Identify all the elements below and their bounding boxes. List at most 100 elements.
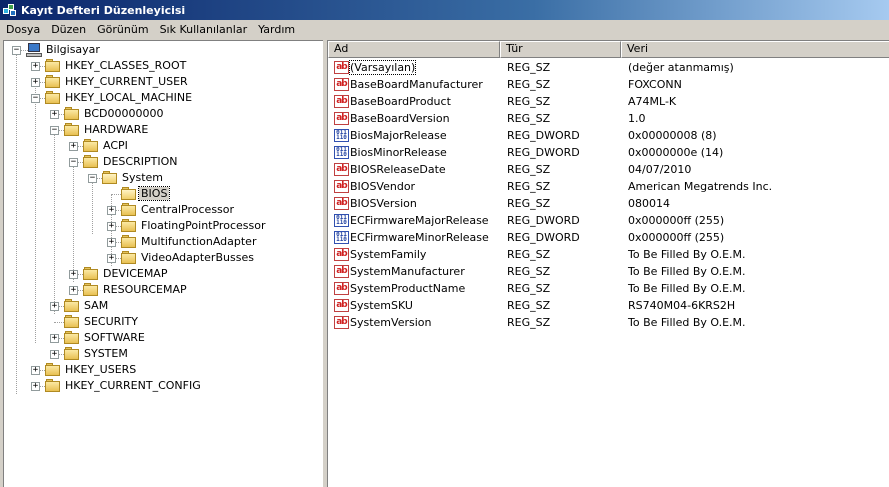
tree-item-label: VideoAdapterBusses — [141, 251, 254, 264]
tree-item-description[interactable]: − DESCRIPTION — [4, 154, 322, 170]
collapse-icon[interactable]: − — [88, 174, 97, 183]
value-name: BaseBoardVersion — [350, 112, 450, 125]
tree-item-label: HKEY_CLASSES_ROOT — [65, 59, 187, 72]
expand-icon[interactable]: + — [31, 78, 40, 87]
expand-icon[interactable]: + — [69, 142, 78, 151]
value-type: REG_DWORD — [507, 129, 580, 142]
column-header-data[interactable]: Veri — [621, 41, 889, 58]
expand-icon[interactable]: + — [31, 62, 40, 71]
tree-item-multifunctionadapter[interactable]: + MultifunctionAdapter — [4, 234, 322, 250]
value-row[interactable]: ab BaseBoardVersion REG_SZ 1.0 — [328, 110, 889, 127]
collapse-icon[interactable]: − — [50, 126, 59, 135]
registry-tree[interactable]: − Bilgisayar + HKEY_CLASSES_ROOT + HKEY_CURRE… — [3, 40, 323, 487]
value-row[interactable]: 011 110 BiosMajorRelease REG_DWORD 0x000000… — [328, 127, 889, 144]
tree-item-hkey-users[interactable]: + HKEY_USERS — [4, 362, 322, 378]
value-row[interactable]: ab BIOSVendor REG_SZ American Megatrends In… — [328, 178, 889, 195]
expand-icon[interactable]: + — [50, 110, 59, 119]
tree-item-bcd00000000[interactable]: + BCD00000000 — [4, 106, 322, 122]
expand-icon[interactable]: + — [107, 254, 116, 263]
menu-favorites[interactable]: Sık Kullanılanlar — [154, 23, 253, 36]
expand-icon[interactable]: + — [69, 286, 78, 295]
expand-icon[interactable]: + — [107, 206, 116, 215]
tree-item-centralprocessor[interactable]: + CentralProcessor — [4, 202, 322, 218]
menu-view[interactable]: Görünüm — [91, 23, 153, 36]
tree-item-hardware[interactable]: − HARDWARE — [4, 122, 322, 138]
value-row[interactable]: ab SystemProductName REG_SZ To Be Filled By… — [328, 280, 889, 297]
value-data: FOXCONN — [628, 78, 682, 91]
tree-item-label: DEVICEMAP — [103, 267, 168, 280]
tree-item-security[interactable]: SECURITY — [4, 314, 322, 330]
value-row[interactable]: 011 110 ECFirmwareMinorRelease REG_DWORD 0x… — [328, 229, 889, 246]
tree-item-floatingpointprocessor[interactable]: + FloatingPointProcessor — [4, 218, 322, 234]
tree-item-label: Bilgisayar — [46, 43, 100, 56]
menu-file[interactable]: Dosya — [0, 23, 45, 36]
tree-item-system[interactable]: − System — [4, 170, 322, 186]
tree-item-bilgisayar[interactable]: − Bilgisayar — [4, 42, 322, 58]
value-type: REG_SZ — [507, 316, 551, 329]
value-name: ECFirmwareMajorRelease — [350, 214, 489, 227]
value-name: BIOSVendor — [350, 180, 416, 193]
expand-icon[interactable]: + — [31, 382, 40, 391]
tree-item-sam[interactable]: + SAM — [4, 298, 322, 314]
tree-item-hkey-current-user[interactable]: + HKEY_CURRENT_USER — [4, 74, 322, 90]
string-value-icon: ab — [334, 180, 349, 193]
value-name: BiosMajorRelease — [350, 129, 447, 142]
tree-item-label: ACPI — [103, 139, 128, 152]
tree-item-resourcemap[interactable]: + RESOURCEMAP — [4, 282, 322, 298]
value-row[interactable]: 011 110 ECFirmwareMajorRelease REG_DWORD 0x… — [328, 212, 889, 229]
folder-icon — [83, 267, 99, 280]
value-name: SystemVersion — [350, 316, 432, 329]
tree-item-label: BCD00000000 — [84, 107, 164, 120]
string-value-icon: ab — [334, 316, 349, 329]
folder-icon — [121, 251, 137, 264]
expand-icon[interactable]: + — [50, 334, 59, 343]
value-row[interactable]: ab (Varsayılan) REG_SZ (değer atanmamış) — [328, 59, 889, 76]
tree-item-hkey-classes-root[interactable]: + HKEY_CLASSES_ROOT — [4, 58, 322, 74]
tree-item-videoadapterbusses[interactable]: + VideoAdapterBusses — [4, 250, 322, 266]
tree-item-bios[interactable]: BIOS — [4, 186, 322, 202]
computer-icon — [26, 43, 42, 57]
folder-icon — [45, 91, 61, 104]
expand-icon[interactable]: + — [50, 350, 59, 359]
tree-item-acpi[interactable]: + ACPI — [4, 138, 322, 154]
expand-icon[interactable]: + — [69, 270, 78, 279]
value-row[interactable]: ab BIOSVersion REG_SZ 080014 — [328, 195, 889, 212]
value-row[interactable]: ab SystemManufacturer REG_SZ To Be Filled B… — [328, 263, 889, 280]
collapse-icon[interactable]: − — [69, 158, 78, 167]
tree-item-system[interactable]: + SYSTEM — [4, 346, 322, 362]
tree-item-devicemap[interactable]: + DEVICEMAP — [4, 266, 322, 282]
list-header: Ad Tür Veri — [328, 41, 889, 58]
expand-icon[interactable]: + — [50, 302, 59, 311]
values-list[interactable]: Ad Tür Veri ab (Varsayılan) REG_SZ (değer a… — [327, 40, 889, 487]
expand-icon[interactable]: + — [107, 238, 116, 247]
title-bar[interactable]: Kayıt Defteri Düzenleyicisi — [0, 0, 889, 20]
value-type: REG_DWORD — [507, 146, 580, 159]
tree-item-software[interactable]: + SOFTWARE — [4, 330, 322, 346]
expand-icon[interactable]: + — [107, 222, 116, 231]
collapse-icon[interactable]: − — [12, 46, 21, 55]
value-type: REG_SZ — [507, 197, 551, 210]
collapse-icon[interactable]: − — [31, 94, 40, 103]
folder-icon — [64, 331, 80, 344]
value-row[interactable]: ab SystemVersion REG_SZ To Be Filled By O.E… — [328, 314, 889, 331]
expand-icon[interactable]: + — [31, 366, 40, 375]
tree-item-label: MultifunctionAdapter — [141, 235, 257, 248]
column-header-type[interactable]: Tür — [500, 41, 621, 58]
value-row[interactable]: ab SystemFamily REG_SZ To Be Filled By O.E.… — [328, 246, 889, 263]
tree-item-label: HKEY_CURRENT_CONFIG — [65, 379, 201, 392]
value-data: A74ML-K — [628, 95, 677, 108]
value-type: REG_SZ — [507, 61, 551, 74]
value-row[interactable]: 011 110 BiosMinorRelease REG_DWORD 0x000000… — [328, 144, 889, 161]
menu-edit[interactable]: Düzen — [45, 23, 91, 36]
column-header-name[interactable]: Ad — [328, 41, 500, 58]
value-row[interactable]: ab BaseBoardProduct REG_SZ A74ML-K — [328, 93, 889, 110]
value-row[interactable]: ab SystemSKU REG_SZ RS740M04-6KRS2H — [328, 297, 889, 314]
menu-help[interactable]: Yardım — [252, 23, 300, 36]
value-name: SystemProductName — [350, 282, 466, 295]
value-type: REG_DWORD — [507, 231, 580, 244]
tree-item-hkey-current-config[interactable]: + HKEY_CURRENT_CONFIG — [4, 378, 322, 394]
value-type: REG_DWORD — [507, 214, 580, 227]
value-row[interactable]: ab BaseBoardManufacturer REG_SZ FOXCONN — [328, 76, 889, 93]
tree-item-hkey-local-machine[interactable]: − HKEY_LOCAL_MACHINE — [4, 90, 322, 106]
value-row[interactable]: ab BIOSReleaseDate REG_SZ 04/07/2010 — [328, 161, 889, 178]
